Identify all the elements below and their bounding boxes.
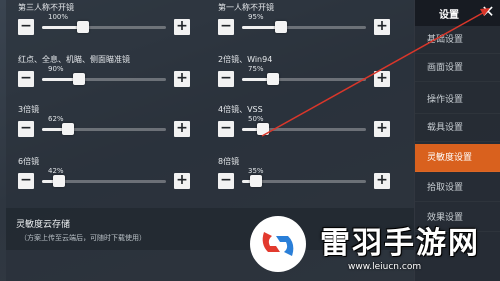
sidebar-item-graphics[interactable]: 画面设置 [415,54,500,82]
slider-thumb[interactable] [256,123,269,135]
increase-button[interactable]: + [174,19,190,35]
decrease-button[interactable]: − [218,71,234,87]
settings-title: 设置 [439,10,459,21]
increase-button[interactable]: + [174,121,190,137]
slider-8x: 8倍镜 − 35% + [218,156,390,200]
cloud-storage-title: 灵敏度云存储 [16,220,71,230]
slider-track[interactable] [42,123,166,135]
slider-title: 2倍镜、Win94 [218,55,273,64]
slider-track[interactable] [42,175,166,187]
slider-third-person: 第三人称不开镜 − 100% + [18,2,190,46]
sidebar-item-controls[interactable]: 操作设置 [415,86,500,114]
slider-track[interactable] [242,175,366,187]
slider-row: − 95% + [218,13,390,38]
slider-value: 95% [248,13,264,21]
slider-thumb[interactable] [77,21,90,33]
increase-button[interactable]: + [174,71,190,87]
slider-first-person: 第一人称不开镜 − 95% + [218,2,390,46]
watermark-logo [250,216,306,272]
sidebar-item-vehicle[interactable]: 载具设置 [415,114,500,142]
slider-value: 100% [48,13,69,21]
slider-row: − 42% + [18,167,190,192]
slider-thumb[interactable] [250,175,263,187]
slider-track[interactable] [242,123,366,135]
increase-button[interactable]: + [374,71,390,87]
slider-value: 35% [248,167,264,175]
slider-title: 4倍镜、VSS [218,105,263,114]
slider-track[interactable] [42,73,166,85]
slider-thumb[interactable] [73,73,86,85]
decrease-button[interactable]: − [218,173,234,189]
slider-title: 8倍镜 [218,157,240,166]
decrease-button[interactable]: − [218,121,234,137]
increase-button[interactable]: + [374,19,390,35]
slider-3x: 3倍镜 − 62% + [18,104,190,148]
increase-button[interactable]: + [374,121,390,137]
slider-title: 6倍镜 [18,157,40,166]
slider-title: 第一人称不开镜 [218,3,274,12]
slider-thumb[interactable] [53,175,66,187]
slider-red-dot: 红点、全息、机瞄、侧面瞄准镜 − 90% + [18,54,190,98]
slider-thumb[interactable] [61,123,74,135]
slider-4x: 4倍镜、VSS − 50% + [218,104,390,148]
cloud-storage-subtitle: （方案上传至云端后，可随时下载使用） [20,234,146,242]
watermark: 雷羽手游网 www.leiucn.com [244,208,500,281]
slider-row: − 62% + [18,115,190,140]
decrease-button[interactable]: − [18,71,34,87]
decrease-button[interactable]: − [218,19,234,35]
sidebar-header: 设置 ✕ [415,0,500,26]
slider-track[interactable] [42,21,166,33]
slider-track[interactable] [242,73,366,85]
slider-value: 62% [48,115,64,123]
slider-thumb[interactable] [275,21,288,33]
slider-row: − 75% + [218,65,390,90]
decrease-button[interactable]: − [18,121,34,137]
slider-row: − 35% + [218,167,390,192]
slider-row: − 90% + [18,65,190,90]
watermark-url: www.leiucn.com [348,262,422,272]
sidebar-item-basic[interactable]: 基础设置 [415,26,500,54]
close-icon[interactable]: ✕ [475,0,500,26]
watermark-brand: 雷羽手游网 [320,226,480,261]
slider-thumb[interactable] [267,73,279,85]
slider-2x: 2倍镜、Win94 − 75% + [218,54,390,98]
slider-title: 第三人称不开镜 [18,3,74,12]
slider-value: 42% [48,167,64,175]
slider-row: − 50% + [218,115,390,140]
decrease-button[interactable]: − [18,19,34,35]
slider-6x: 6倍镜 − 42% + [18,156,190,200]
increase-button[interactable]: + [374,173,390,189]
slider-track[interactable] [242,21,366,33]
slider-row: − 100% + [18,13,190,38]
slider-value: 90% [48,65,64,73]
sidebar-item-pickup[interactable]: 拾取设置 [415,174,500,202]
logo-icon [262,232,294,256]
slider-title: 3倍镜 [18,105,40,114]
increase-button[interactable]: + [174,173,190,189]
slider-value: 50% [248,115,264,123]
slider-title: 红点、全息、机瞄、侧面瞄准镜 [18,55,130,64]
slider-value: 75% [248,65,264,73]
sidebar-item-sensitivity[interactable]: 灵敏度设置 [415,144,500,172]
decrease-button[interactable]: − [18,173,34,189]
